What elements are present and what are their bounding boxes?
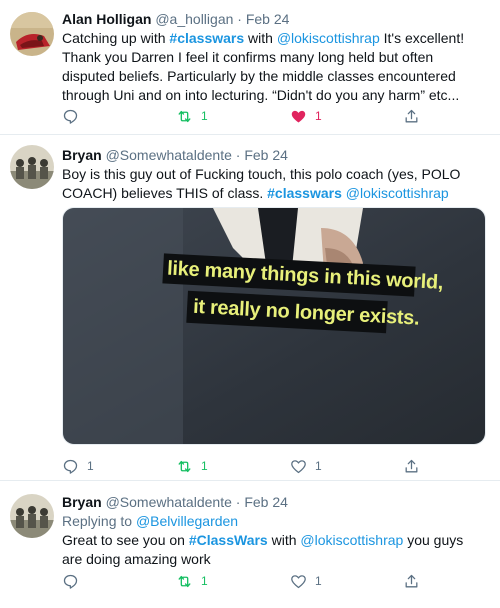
tweet-actions: 1 1	[62, 571, 442, 591]
heart-filled-icon	[291, 110, 306, 123]
hashtag-link[interactable]: #classwars	[267, 185, 342, 201]
retweet-count: 1	[201, 109, 208, 123]
tweet-header: Bryan @Somewhataldente · Feb 24	[62, 493, 486, 511]
retweet-icon	[178, 460, 191, 472]
user-handle[interactable]: @a_holligan	[155, 11, 233, 27]
avatar[interactable]	[10, 12, 54, 56]
retweet-button[interactable]: 1	[176, 571, 208, 591]
retweet-icon	[178, 575, 191, 587]
like-button[interactable]: 1	[290, 106, 322, 126]
share-button[interactable]	[403, 571, 420, 591]
avatar[interactable]	[10, 145, 54, 189]
avatar-image	[10, 494, 54, 538]
user-handle[interactable]: @Somewhataldente	[106, 494, 232, 510]
tweet-header: Alan Holligan @a_holligan · Feb 24	[62, 10, 486, 28]
tweet[interactable]: Bryan @Somewhataldente · Feb 24 Replying…	[0, 481, 500, 608]
retweet-button[interactable]: 1	[176, 456, 208, 476]
display-name[interactable]: Alan Holligan	[62, 11, 151, 27]
replying-to: Replying to @Belvillegarden	[62, 512, 486, 531]
reply-button[interactable]: 1	[62, 456, 94, 476]
like-button[interactable]: 1	[290, 571, 322, 591]
mention-link[interactable]: @lokiscottishrap	[346, 185, 449, 201]
avatar-image	[10, 12, 54, 56]
text-segment: Catching up with	[62, 30, 170, 46]
tweet-actions: 1 1	[62, 106, 442, 126]
text-segment: with	[267, 532, 301, 548]
share-icon	[405, 109, 418, 122]
heart-icon	[291, 459, 306, 473]
share-button[interactable]	[403, 456, 420, 476]
retweet-button[interactable]: 1	[176, 106, 208, 126]
tweet-text: Boy is this guy out of Fucking touch, th…	[62, 165, 486, 203]
share-button[interactable]	[403, 106, 420, 126]
replying-to-link[interactable]: @Belvillegarden	[136, 513, 238, 529]
tweet-media-image[interactable]: like many things in this world, it reall…	[62, 207, 486, 445]
reply-icon	[63, 459, 78, 474]
user-handle[interactable]: @Somewhataldente	[106, 147, 232, 163]
video-still	[63, 208, 485, 444]
reply-button[interactable]	[62, 571, 87, 591]
mention-link[interactable]: @lokiscottishrap	[277, 30, 380, 46]
reply-button[interactable]	[62, 106, 87, 126]
like-button[interactable]: 1	[290, 456, 322, 476]
tweet-date[interactable]: Feb 24	[244, 494, 288, 510]
tweet-actions: 1 1 1	[62, 456, 442, 476]
retweet-count: 1	[201, 574, 208, 588]
text-segment: Great to see you on	[62, 532, 189, 548]
like-count: 1	[315, 459, 322, 473]
display-name[interactable]: Bryan	[62, 494, 102, 510]
tweet-date[interactable]: Feb 24	[246, 11, 290, 27]
tweet[interactable]: Alan Holligan @a_holligan · Feb 24 Catch…	[0, 0, 500, 135]
reply-icon	[63, 574, 78, 589]
reply-count: 1	[87, 459, 94, 473]
avatar[interactable]	[10, 494, 54, 538]
mention-link[interactable]: @lokiscottishrap	[300, 532, 403, 548]
tweet-header: Bryan @Somewhataldente · Feb 24	[62, 146, 486, 164]
like-count: 1	[315, 574, 322, 588]
separator-dot: ·	[235, 147, 241, 163]
retweet-count: 1	[201, 459, 208, 473]
tweet-feed: Alan Holligan @a_holligan · Feb 24 Catch…	[0, 0, 500, 608]
display-name[interactable]: Bryan	[62, 147, 102, 163]
share-icon	[405, 459, 418, 472]
replying-prefix: Replying to	[62, 513, 136, 529]
share-icon	[405, 574, 418, 587]
separator-dot: ·	[235, 494, 241, 510]
text-segment: with	[244, 30, 277, 46]
heart-icon	[291, 574, 306, 588]
tweet-text: Great to see you on #ClassWars with @lok…	[62, 531, 486, 569]
separator-dot: ·	[237, 11, 242, 27]
reply-icon	[63, 109, 78, 124]
retweet-icon	[178, 110, 191, 122]
tweet-text: Catching up with #classwars with @lokisc…	[62, 29, 486, 105]
like-count: 1	[315, 109, 322, 123]
tweet-date[interactable]: Feb 24	[244, 147, 288, 163]
avatar-image	[10, 145, 54, 189]
hashtag-link[interactable]: #ClassWars	[189, 532, 268, 548]
tweet[interactable]: Bryan @Somewhataldente · Feb 24 Boy is t…	[0, 135, 500, 481]
hashtag-link[interactable]: #classwars	[169, 30, 244, 46]
